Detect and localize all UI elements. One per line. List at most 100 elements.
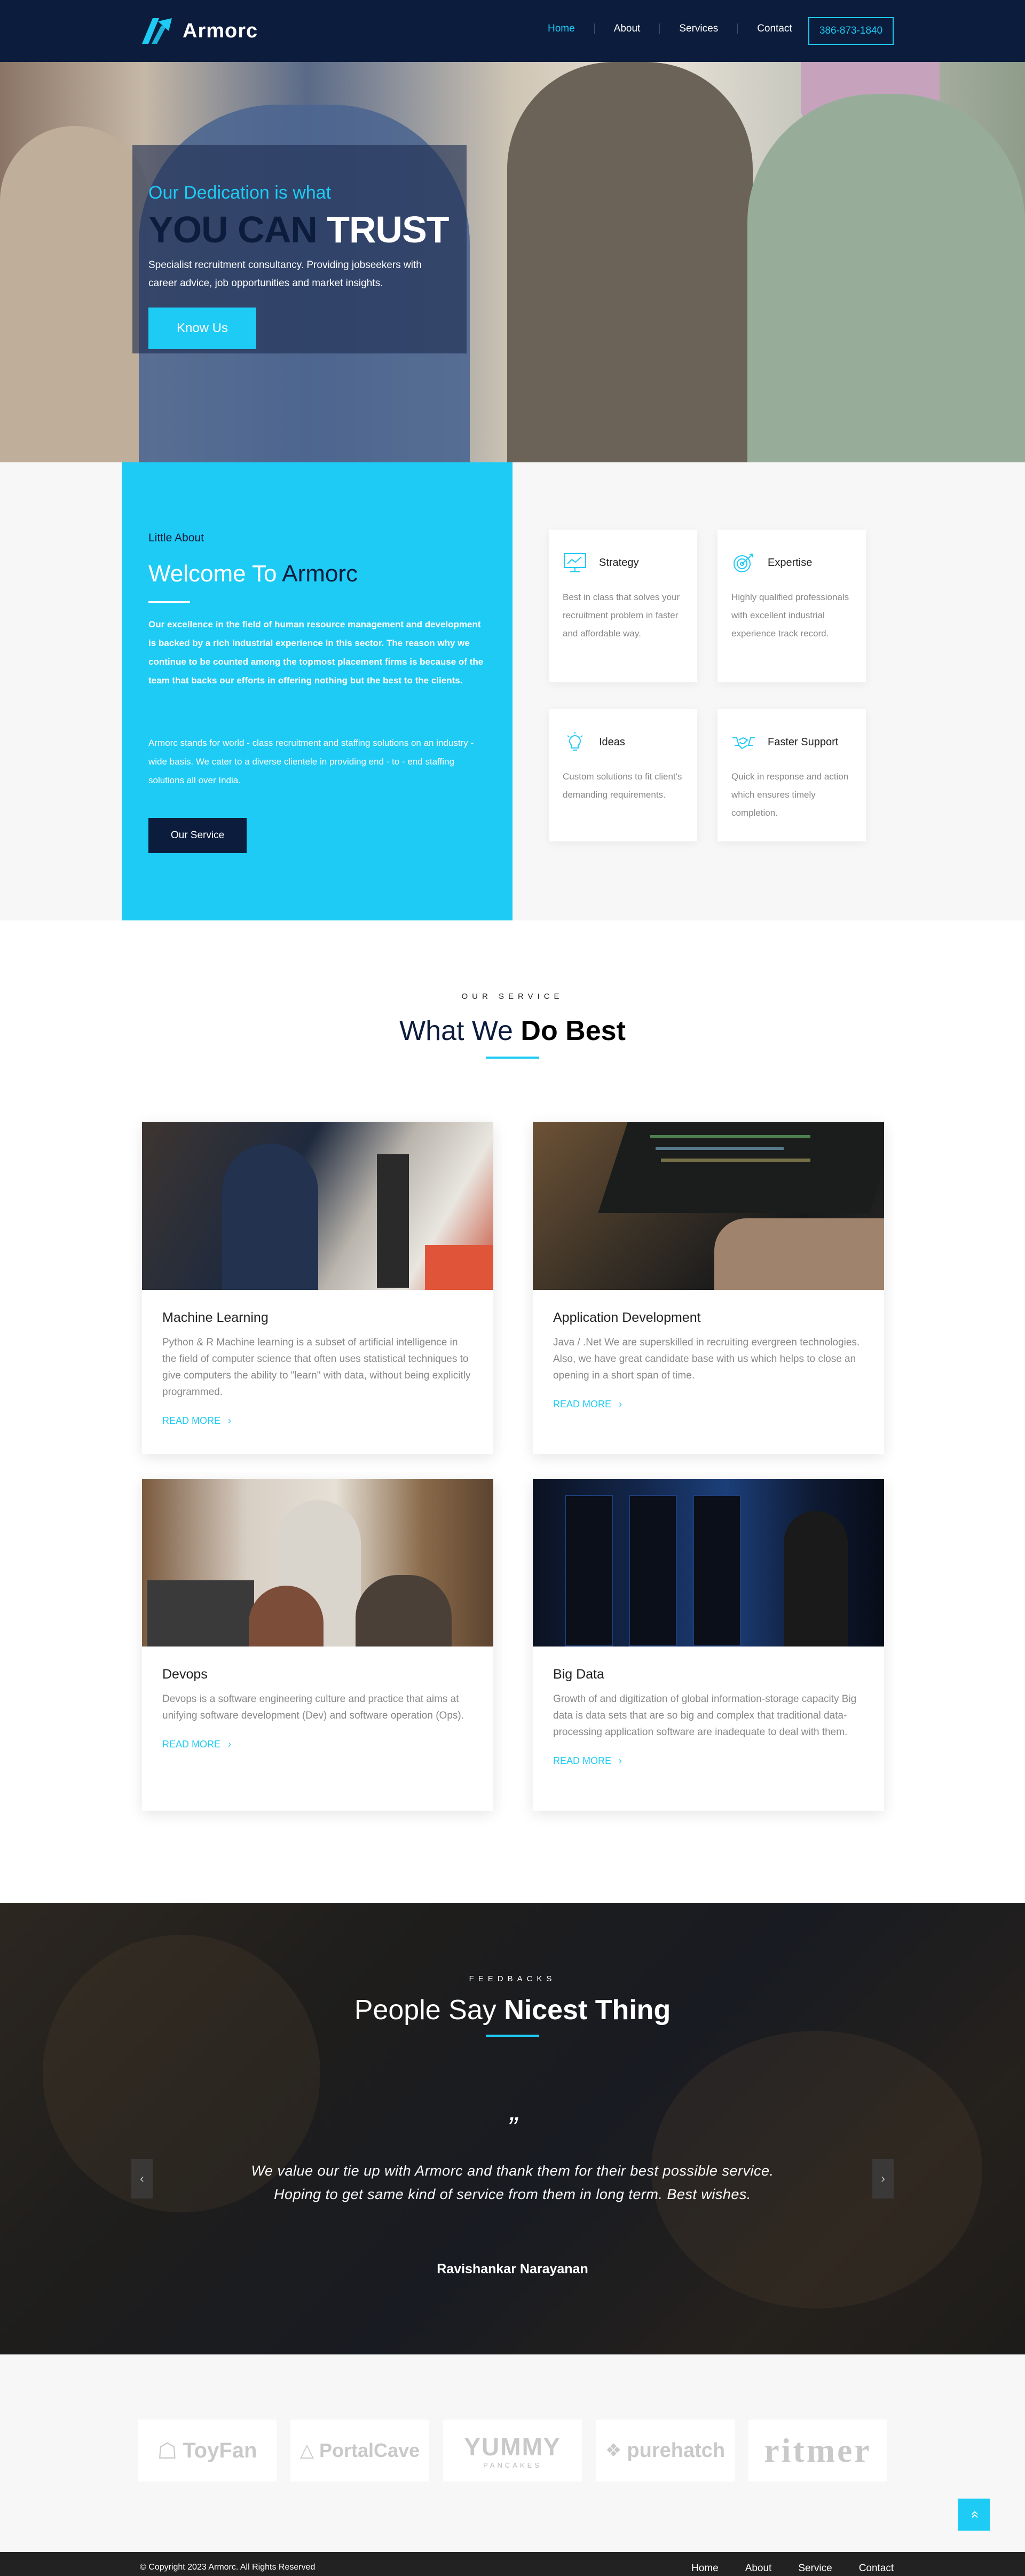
feature-title: Ideas [599,736,625,748]
services-title-light: What We [399,1015,513,1046]
client-logo-yummy[interactable]: YUMMY PANCAKES [443,2420,582,2482]
services-heading: OUR SERVICE What We Do Best [0,992,1025,1059]
read-more-link[interactable]: READ MORE › [162,1739,473,1750]
feature-card-faster-support: Faster Support Quick in response and act… [718,709,866,841]
services-kicker: OUR SERVICE [461,992,564,1001]
services-title-bold: Do Best [521,1015,626,1046]
chevron-right-icon: › [619,1399,622,1409]
nav-about[interactable]: About [595,23,660,34]
card-body: Machine Learning Python & R Machine lear… [142,1290,493,1427]
handshake-icon [732,737,755,750]
carousel-prev-button[interactable]: ‹ [131,2159,153,2199]
hero-description: Specialist recruitment consultancy. Prov… [148,259,422,289]
hero-title-light: TRUST [327,209,449,250]
main-menu: Home About Services Contact [529,23,811,34]
toyfan-mark-icon: ☖ [157,2438,178,2463]
client-name: purehatch [627,2439,726,2462]
hero-photo-shape [507,62,753,462]
card-description: Devops is a software engineering culture… [162,1693,464,1721]
feature-description: Best in class that solves your recruitme… [563,592,680,639]
carousel-next-button[interactable]: › [872,2159,894,2199]
footer-link-about[interactable]: About [732,2563,785,2574]
feature-description: Custom solutions to fit client's demandi… [563,771,682,800]
brand-logo[interactable]: Armorc [140,16,258,46]
read-more-link[interactable]: READ MORE › [162,1415,473,1427]
read-more-label: READ MORE [162,1415,221,1426]
service-card-big-data: Big Data Growth of and digitization of g… [533,1479,884,1811]
clients-section: ☖ ToyFan △ PortalCave YUMMY PANCAKES ❖ p… [0,2354,1025,2552]
machine-learning-image [142,1122,493,1290]
about-kicker: Little About [148,532,204,544]
testimonials-heading: FEEDBACKS People Say Nicest Thing [0,1974,1025,2037]
lightbulb-icon [567,732,583,751]
card-body: Big Data Growth of and digitization of g… [533,1647,884,1767]
big-data-image [533,1479,884,1647]
feature-description: Highly qualified professionals with exce… [731,592,849,639]
phone-button[interactable]: 386-873-1840 [808,17,894,45]
read-more-label: READ MORE [553,1399,612,1409]
footer-link-service[interactable]: Service [785,2563,845,2574]
client-logo-purehatch[interactable]: ❖ purehatch [596,2420,735,2482]
feature-card-strategy: Strategy Best in class that solves your … [549,530,697,682]
about-divider [148,601,190,603]
about-section: Little About Welcome To Armorc Our excel… [0,462,1025,920]
chevron-right-icon: › [228,1739,232,1750]
hero-photo-shape [747,94,1025,462]
service-card-devops: Devops Devops is a software engineering … [142,1479,493,1811]
brand-name: Armorc [183,19,258,42]
hero-banner: Our Dedication is what YOU CAN TRUST Spe… [0,62,1025,462]
footer: © Copyright 2023 Armorc. All Rights Rese… [0,2552,1025,2576]
client-logo-ritmer[interactable]: ritmer [748,2420,887,2482]
feature-head: Expertise [731,552,852,573]
feature-head: Faster Support [731,731,852,753]
chevron-right-icon: › [619,1755,622,1766]
feature-title: Faster Support [768,736,839,748]
hero-title-dark: YOU CAN [148,209,318,250]
read-more-label: READ MORE [162,1739,221,1750]
card-title: Devops [162,1667,208,1682]
read-more-link[interactable]: READ MORE › [553,1399,864,1410]
card-body: Devops Devops is a software engineering … [142,1647,493,1750]
client-logo-toyfan[interactable]: ☖ ToyFan [138,2420,277,2482]
nav-home[interactable]: Home [529,23,595,34]
feature-title: Expertise [768,556,813,569]
about-panel: Little About Welcome To Armorc Our excel… [122,462,512,920]
scroll-to-top-button[interactable]: » [958,2499,990,2531]
hero-subtitle: Our Dedication is what [148,183,332,203]
feature-title: Strategy [599,556,639,569]
about-title-light: Welcome To [148,561,277,587]
card-description: Java / .Net We are superskilled in recru… [553,1337,860,1381]
client-name: PortalCave [319,2439,420,2461]
testimonials-title: People Say Nicest Thing [0,1994,1025,2026]
quote-icon: ” [507,2110,517,2144]
read-more-link[interactable]: READ MORE › [553,1755,864,1767]
nav-contact[interactable]: Contact [738,23,811,34]
client-logo-portalcave[interactable]: △ PortalCave [290,2420,429,2482]
testimonials-title-light: People Say [354,1995,496,2026]
services-section: OUR SERVICE What We Do Best Machine Lear… [0,920,1025,1903]
application-development-image [533,1122,884,1290]
nav-services[interactable]: Services [660,23,738,34]
service-card-machine-learning: Machine Learning Python & R Machine lear… [142,1122,493,1454]
portalcave-mark-icon: △ [299,2440,314,2461]
hero-caption-box: Our Dedication is what YOU CAN TRUST Spe… [132,145,467,353]
our-service-button[interactable]: Our Service [148,818,247,853]
testimonial-author: Ravishankar Narayanan [437,2262,588,2276]
footer-link-contact[interactable]: Contact [846,2563,907,2574]
testimonials-divider [486,2035,539,2037]
about-paragraph: Our excellence in the field of human res… [148,619,484,686]
about-title-dark: Armorc [282,561,358,587]
footer-link-home[interactable]: Home [678,2563,732,2574]
card-body: Application Development Java / .Net We a… [533,1290,884,1410]
feature-card-ideas: Ideas Custom solutions to fit client's d… [549,709,697,841]
know-us-button[interactable]: Know Us [148,308,256,349]
feature-head: Ideas [563,731,683,753]
feature-description: Quick in response and action which ensur… [731,771,849,818]
card-title: Machine Learning [162,1310,269,1325]
target-icon [734,554,753,572]
feature-card-expertise: Expertise Highly qualified professionals… [718,530,866,682]
service-card-application-development: Application Development Java / .Net We a… [533,1122,884,1454]
client-name: YUMMY [464,2432,561,2461]
devops-image [142,1479,493,1647]
feature-head: Strategy [563,552,683,573]
